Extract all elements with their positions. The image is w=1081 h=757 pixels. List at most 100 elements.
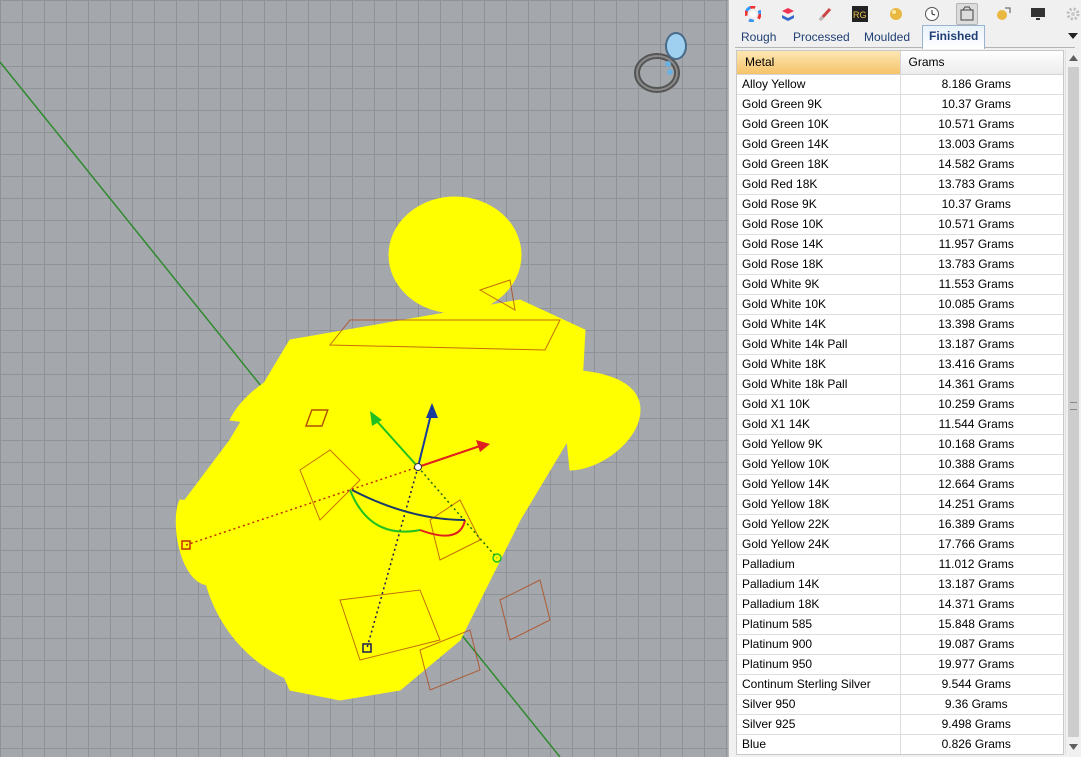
table-row[interactable]: Gold Rose 18K 13.783 Grams (737, 254, 1063, 275)
table-row[interactable]: Gold Yellow 9K 10.168 Grams (737, 434, 1063, 455)
metal-weight-table: Metal Grams Alloy Yellow 8.186 Grams Gold … (736, 50, 1064, 755)
grams-cell: 0.826 Grams (900, 734, 1063, 754)
grams-cell: 10.168 Grams (900, 434, 1063, 455)
table-scrollbar[interactable] (1065, 50, 1080, 755)
weight-tabs: Rough Processed Moulded Finished (735, 25, 1075, 49)
scene-canvas[interactable] (0, 0, 728, 757)
rg-logo-icon[interactable]: RG (849, 3, 871, 25)
metal-cell: Gold Rose 10K (737, 214, 901, 235)
metal-cell: Gold Red 18K (737, 174, 901, 195)
table-row[interactable]: Gold Green 18K 14.582 Grams (737, 154, 1063, 175)
metal-cell: Gold Rose 9K (737, 194, 901, 215)
grams-cell: 10.37 Grams (900, 194, 1063, 215)
brush-icon[interactable] (814, 3, 836, 25)
metal-cell: Platinum 585 (737, 614, 901, 635)
grams-cell: 11.553 Grams (900, 274, 1063, 295)
ring-weight-icon[interactable] (956, 3, 978, 25)
grams-cell: 13.187 Grams (900, 574, 1063, 595)
render-icon[interactable] (992, 3, 1014, 25)
metal-cell: Silver 950 (737, 694, 901, 715)
metal-cell: Alloy Yellow (737, 74, 901, 95)
table-row[interactable]: Gold Yellow 14K 12.664 Grams (737, 474, 1063, 495)
grams-cell: 14.371 Grams (900, 594, 1063, 615)
table-row[interactable]: Gold Yellow 24K 17.766 Grams (737, 534, 1063, 555)
tab-processed[interactable]: Processed (787, 27, 856, 48)
column-header-grams[interactable]: Grams (900, 51, 1063, 75)
table-row[interactable]: Palladium 18K 14.371 Grams (737, 594, 1063, 615)
metal-cell: Gold White 18k Pall (737, 374, 901, 395)
tab-finished[interactable]: Finished (922, 25, 986, 49)
svg-text:RG: RG (853, 10, 867, 20)
metal-cell: Platinum 900 (737, 634, 901, 655)
table-row[interactable]: Gold Red 18K 13.783 Grams (737, 174, 1063, 195)
metal-cell: Platinum 950 (737, 654, 901, 675)
gold-sphere-icon[interactable] (885, 3, 907, 25)
scroll-grip-icon (1070, 402, 1077, 410)
grams-cell: 10.37 Grams (900, 94, 1063, 115)
table-row[interactable]: Continum Sterling Silver 9.544 Grams (737, 674, 1063, 695)
settings-icon[interactable] (1062, 3, 1081, 25)
table-row[interactable]: Silver 950 9.36 Grams (737, 694, 1063, 715)
monitor-icon[interactable] (1027, 3, 1049, 25)
table-row[interactable]: Palladium 11.012 Grams (737, 554, 1063, 575)
tab-dropdown-icon[interactable] (1067, 30, 1079, 42)
grams-cell: 19.977 Grams (900, 654, 1063, 675)
grams-cell: 13.416 Grams (900, 354, 1063, 375)
tab-moulded[interactable]: Moulded (858, 27, 916, 48)
grams-cell: 15.848 Grams (900, 614, 1063, 635)
metal-cell: Gold Yellow 9K (737, 434, 901, 455)
metal-cell: Gold Green 14K (737, 134, 901, 155)
table-row[interactable]: Gold Green 10K 10.571 Grams (737, 114, 1063, 135)
table-row[interactable]: Gold Yellow 18K 14.251 Grams (737, 494, 1063, 515)
table-row[interactable]: Gold X1 10K 10.259 Grams (737, 394, 1063, 415)
grams-cell: 8.186 Grams (900, 74, 1063, 95)
table-row[interactable]: Palladium 14K 13.187 Grams (737, 574, 1063, 595)
grams-cell: 10.571 Grams (900, 214, 1063, 235)
column-header-metal[interactable]: Metal (737, 51, 901, 75)
layers-icon[interactable] (777, 3, 799, 25)
table-row[interactable]: Gold White 10K 10.085 Grams (737, 294, 1063, 315)
metal-cell: Gold Rose 14K (737, 234, 901, 255)
metal-cell: Silver 925 (737, 714, 901, 735)
metal-cell: Gold White 10K (737, 294, 901, 315)
scroll-up-icon[interactable] (1066, 50, 1081, 65)
color-wheel-icon[interactable] (742, 3, 764, 25)
grams-cell: 14.251 Grams (900, 494, 1063, 515)
clock-icon[interactable] (921, 3, 943, 25)
table-row[interactable]: Gold X1 14K 11.544 Grams (737, 414, 1063, 435)
table-body: Alloy Yellow 8.186 Grams Gold Green 9K 10.3… (737, 74, 1063, 754)
table-row[interactable]: Platinum 900 19.087 Grams (737, 634, 1063, 655)
table-row[interactable]: Gold Yellow 22K 16.389 Grams (737, 514, 1063, 535)
table-row[interactable]: Alloy Yellow 8.186 Grams (737, 74, 1063, 95)
table-row[interactable]: Gold White 14K 13.398 Grams (737, 314, 1063, 335)
table-row[interactable]: Gold White 18k Pall 14.361 Grams (737, 374, 1063, 395)
metal-cell: Gold Green 9K (737, 94, 901, 115)
table-row[interactable]: Gold Rose 10K 10.571 Grams (737, 214, 1063, 235)
tab-rough[interactable]: Rough (735, 27, 782, 48)
grams-cell: 17.766 Grams (900, 534, 1063, 555)
3d-viewport[interactable] (0, 0, 728, 757)
metal-cell: Gold Green 18K (737, 154, 901, 175)
table-row[interactable]: Platinum 585 15.848 Grams (737, 614, 1063, 635)
table-row[interactable]: Silver 925 9.498 Grams (737, 714, 1063, 735)
table-row[interactable]: Gold White 9K 11.553 Grams (737, 274, 1063, 295)
metal-cell: Gold White 9K (737, 274, 901, 295)
table-row[interactable]: Gold Green 9K 10.37 Grams (737, 94, 1063, 115)
table-row[interactable]: Gold White 18K 13.416 Grams (737, 354, 1063, 375)
table-row[interactable]: Gold Green 14K 13.003 Grams (737, 134, 1063, 155)
grams-cell: 14.361 Grams (900, 374, 1063, 395)
right-panel: RG Rough Processed Moulded Finished Meta… (728, 0, 1081, 757)
table-row[interactable]: Blue 0.826 Grams (737, 734, 1063, 754)
grams-cell: 10.388 Grams (900, 454, 1063, 475)
grams-cell: 9.544 Grams (900, 674, 1063, 695)
table-row[interactable]: Gold White 14k Pall 13.187 Grams (737, 334, 1063, 355)
metal-cell: Continum Sterling Silver (737, 674, 901, 695)
scroll-down-icon[interactable] (1066, 739, 1081, 754)
table-row[interactable]: Gold Yellow 10K 10.388 Grams (737, 454, 1063, 475)
metal-cell: Gold Yellow 18K (737, 494, 901, 515)
metal-cell: Palladium (737, 554, 901, 575)
table-row[interactable]: Gold Rose 14K 11.957 Grams (737, 234, 1063, 255)
table-row[interactable]: Platinum 950 19.977 Grams (737, 654, 1063, 675)
metal-cell: Gold Green 10K (737, 114, 901, 135)
table-row[interactable]: Gold Rose 9K 10.37 Grams (737, 194, 1063, 215)
